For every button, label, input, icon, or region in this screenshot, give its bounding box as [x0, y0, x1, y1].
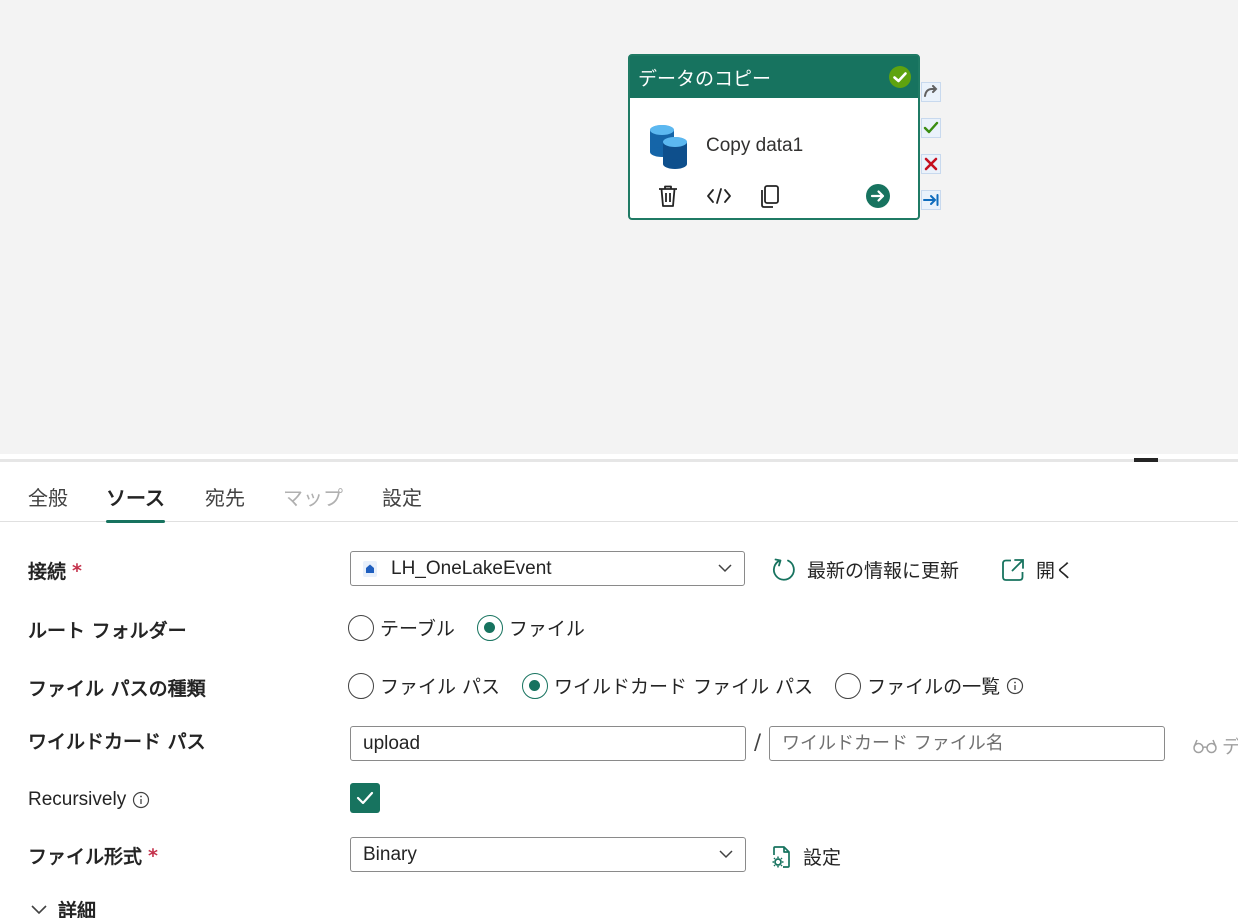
file-format-label: ファイル形式 * — [28, 844, 158, 869]
checkmark-icon — [356, 791, 374, 805]
completion-port-icon[interactable] — [921, 190, 941, 210]
chevron-down-icon — [31, 904, 47, 914]
check-circle-icon — [889, 66, 911, 88]
tab-mapping[interactable]: マップ — [283, 482, 343, 522]
open-label: 開く — [1036, 560, 1075, 582]
tab-destination[interactable]: 宛先 — [205, 482, 245, 522]
recursively-checkbox[interactable] — [350, 783, 380, 813]
preview-icon — [1193, 739, 1217, 753]
copy-data-activity[interactable]: データのコピー Copy data1 — [628, 54, 920, 220]
connection-value: LH_OneLakeEvent — [391, 557, 552, 579]
code-icon[interactable] — [705, 182, 733, 210]
preview-data-button[interactable]: デ — [1192, 732, 1238, 759]
file-path-type-radios: ファイル パス ワイルドカード ファイル パス ファイルの一覧 — [348, 672, 1024, 699]
tab-general[interactable]: 全般 — [28, 482, 68, 522]
recursively-label: Recursively — [28, 789, 150, 811]
splitter-grip[interactable] — [1134, 458, 1158, 462]
success-port-icon[interactable] — [921, 118, 941, 138]
wildcard-folder-input[interactable] — [350, 726, 746, 761]
lakehouse-icon — [363, 560, 377, 577]
file-format-select[interactable]: Binary — [350, 837, 746, 872]
required-mark: * — [148, 844, 158, 867]
connection-label: 接続 * — [28, 559, 82, 584]
wildcard-path-label: ワイルドカード パス — [28, 731, 206, 753]
radio-file-path[interactable]: ファイル パス — [348, 672, 500, 699]
open-external-icon — [1002, 558, 1024, 581]
refresh-button[interactable]: 最新の情報に更新 — [771, 556, 959, 583]
refresh-icon — [773, 558, 795, 581]
activity-type-title: データのコピー — [638, 67, 772, 90]
pipeline-canvas[interactable] — [0, 0, 1238, 454]
database-icon — [650, 125, 687, 169]
activity-name: Copy data1 — [706, 135, 804, 156]
chevron-down-icon — [718, 564, 732, 573]
wildcard-file-input[interactable] — [769, 726, 1165, 761]
panel-splitter[interactable] — [0, 454, 1238, 462]
radio-table[interactable]: テーブル — [348, 614, 455, 641]
info-icon[interactable] — [1006, 677, 1024, 695]
required-mark: * — [72, 559, 82, 582]
settings-file-icon — [772, 845, 790, 868]
tab-settings[interactable]: 設定 — [382, 482, 422, 522]
root-folder-radios: テーブル ファイル — [348, 614, 607, 641]
connection-select[interactable]: LH_OneLakeEvent — [350, 551, 745, 586]
info-icon[interactable] — [132, 791, 150, 809]
refresh-label: 最新の情報に更新 — [807, 560, 960, 582]
root-folder-label: ルート フォルダー — [28, 620, 187, 642]
arrow-right-circle-icon[interactable] — [864, 182, 892, 210]
tab-source[interactable]: ソース — [106, 482, 165, 523]
radio-file-list[interactable]: ファイルの一覧 — [835, 672, 1024, 699]
copy-icon[interactable] — [756, 182, 784, 210]
open-button[interactable]: 開く — [1000, 556, 1074, 583]
preview-label: デ — [1222, 736, 1238, 758]
activity-actions — [650, 182, 892, 212]
format-settings-label: 設定 — [803, 847, 842, 869]
file-format-value: Binary — [363, 843, 417, 865]
chevron-down-icon — [719, 850, 733, 859]
delete-icon[interactable] — [654, 182, 682, 210]
file-path-type-label: ファイル パスの種類 — [28, 678, 206, 700]
radio-files[interactable]: ファイル — [476, 614, 585, 641]
advanced-label: 詳細 — [58, 900, 97, 918]
activity-body: Copy data1 — [630, 98, 918, 178]
path-separator: / — [754, 730, 762, 754]
radio-wildcard-path[interactable]: ワイルドカード ファイル パス — [522, 672, 813, 699]
skip-port-icon[interactable] — [921, 82, 941, 102]
fail-port-icon[interactable] — [921, 154, 941, 174]
format-settings-button[interactable]: 設定 — [771, 843, 841, 870]
advanced-toggle[interactable]: 詳細 — [30, 896, 96, 918]
activity-header: データのコピー — [630, 56, 918, 98]
properties-tabs: 全般 ソース 宛先 マップ 設定 — [0, 470, 1238, 523]
